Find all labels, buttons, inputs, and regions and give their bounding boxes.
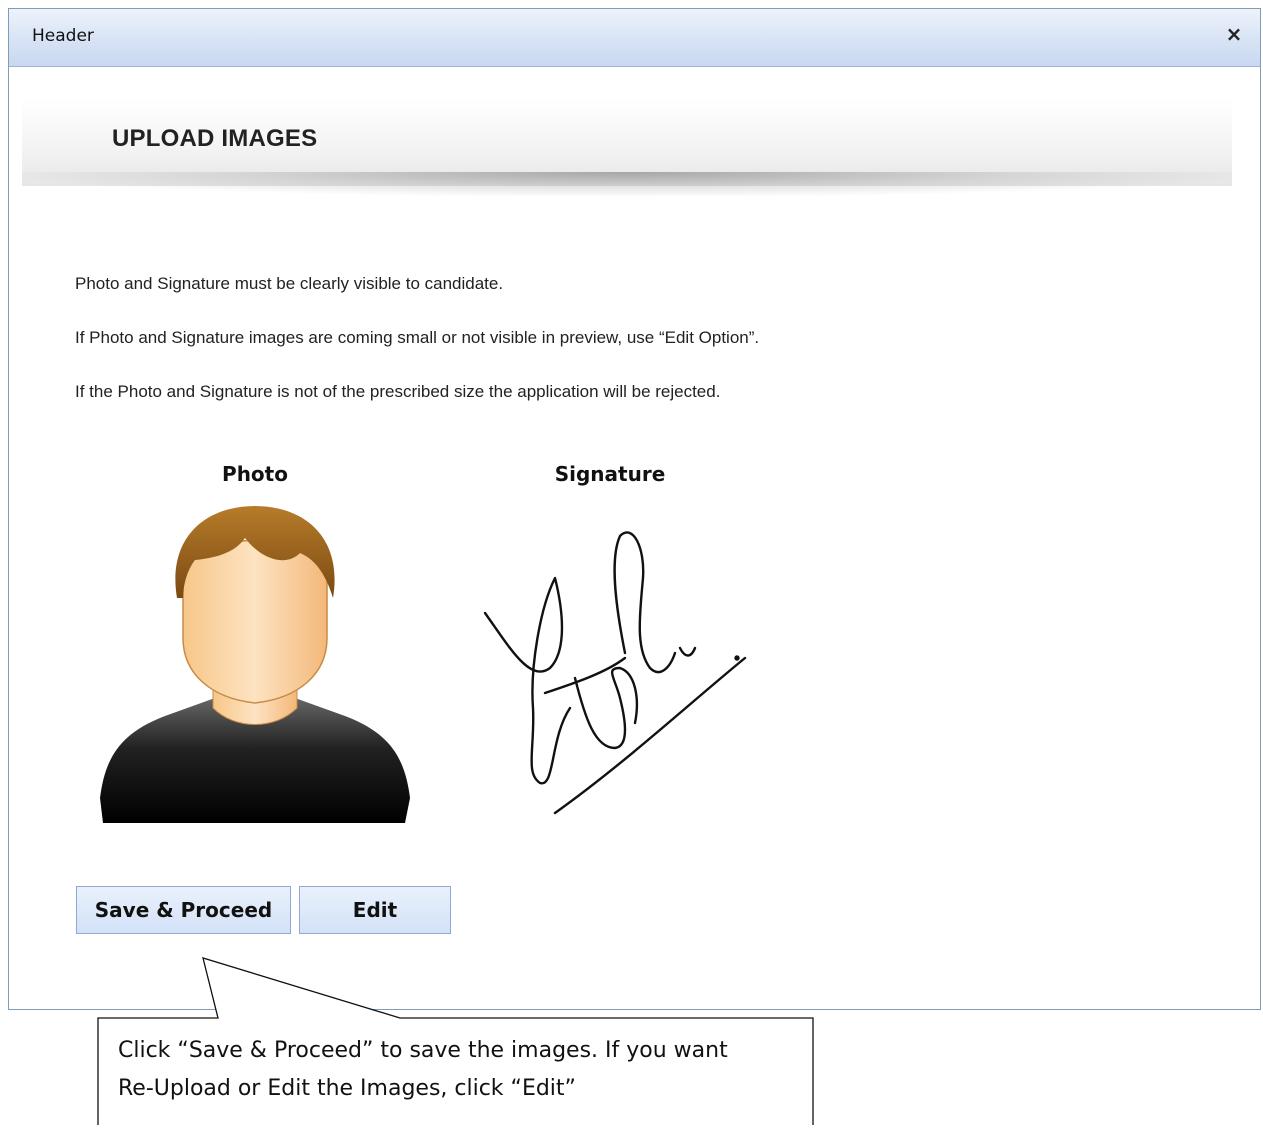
callout-line-2: Re-Upload or Edit the Images, click “Edi… — [118, 1076, 576, 1101]
callout-bubble — [97, 957, 814, 1125]
callout-line-1: Click “Save & Proceed” to save the image… — [118, 1038, 728, 1063]
callout-text: Click “Save & Proceed” to save the image… — [118, 1032, 798, 1108]
